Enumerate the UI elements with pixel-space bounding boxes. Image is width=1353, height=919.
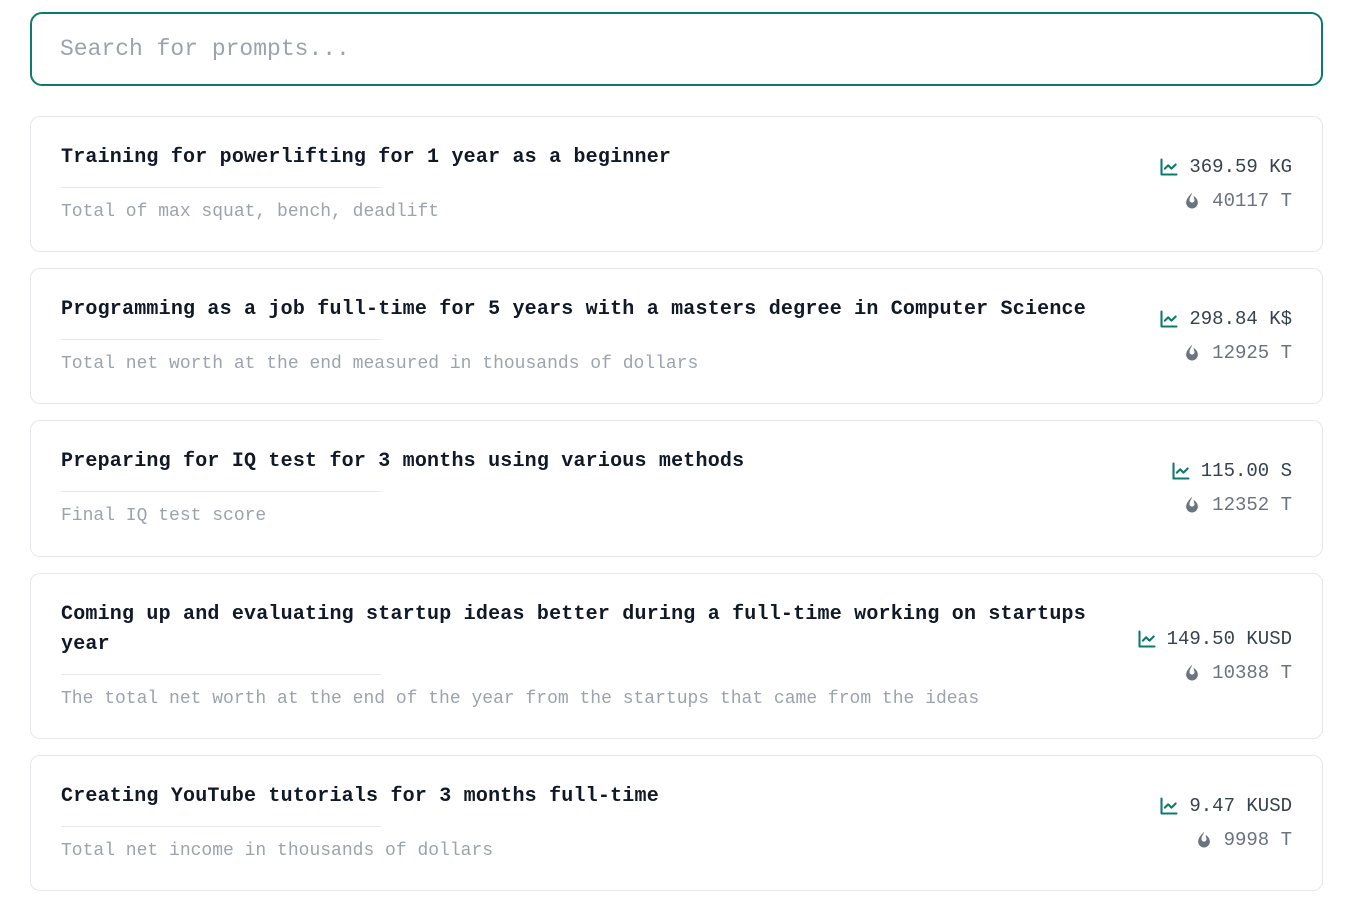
prompt-subtitle: The total net worth at the end of the ye… (61, 687, 1113, 712)
metric-score: 149.50 KUSD (1137, 628, 1292, 650)
divider (61, 826, 381, 827)
prompt-card[interactable]: Creating YouTube tutorials for 3 months … (30, 755, 1323, 891)
search-container (30, 12, 1323, 86)
fire-icon (1182, 663, 1202, 683)
search-input[interactable] (30, 12, 1323, 86)
prompt-card-content: Preparing for IQ test for 3 months using… (61, 447, 1147, 529)
prompt-subtitle: Total net income in thousands of dollars (61, 839, 1135, 864)
prompt-card-content: Creating YouTube tutorials for 3 months … (61, 782, 1135, 864)
divider (61, 187, 381, 188)
fire-icon (1194, 830, 1214, 850)
divider (61, 339, 381, 340)
metric-score-value: 115.00 S (1201, 460, 1292, 482)
metric-popularity-value: 12352 T (1212, 494, 1292, 516)
metric-popularity: 9998 T (1194, 829, 1292, 851)
chart-line-icon (1159, 309, 1179, 329)
prompt-metrics: 149.50 KUSD 10388 T (1137, 628, 1292, 684)
chart-line-icon (1171, 461, 1191, 481)
divider (61, 491, 381, 492)
prompt-card[interactable]: Training for powerlifting for 1 year as … (30, 116, 1323, 252)
metric-score-value: 369.59 KG (1189, 156, 1292, 178)
metric-score: 115.00 S (1171, 460, 1292, 482)
prompt-metrics: 298.84 K$ 12925 T (1159, 308, 1292, 364)
prompt-title: Creating YouTube tutorials for 3 months … (61, 782, 1135, 812)
prompt-title: Training for powerlifting for 1 year as … (61, 143, 1135, 173)
prompt-card-content: Programming as a job full-time for 5 yea… (61, 295, 1135, 377)
prompt-subtitle: Final IQ test score (61, 504, 1147, 529)
metric-popularity-value: 12925 T (1212, 342, 1292, 364)
prompt-metrics: 369.59 KG 40117 T (1159, 156, 1292, 212)
prompt-subtitle: Total of max squat, bench, deadlift (61, 200, 1135, 225)
chart-line-icon (1159, 796, 1179, 816)
metric-score: 369.59 KG (1159, 156, 1292, 178)
prompt-subtitle: Total net worth at the end measured in t… (61, 352, 1135, 377)
fire-icon (1182, 191, 1202, 211)
prompt-card-content: Coming up and evaluating startup ideas b… (61, 600, 1113, 712)
metric-score-value: 149.50 KUSD (1167, 628, 1292, 650)
metric-popularity: 12925 T (1182, 342, 1292, 364)
prompt-metrics: 9.47 KUSD 9998 T (1159, 795, 1292, 851)
fire-icon (1182, 495, 1202, 515)
metric-score-value: 9.47 KUSD (1189, 795, 1292, 817)
metric-score-value: 298.84 K$ (1189, 308, 1292, 330)
prompt-title: Programming as a job full-time for 5 yea… (61, 295, 1135, 325)
metric-score: 9.47 KUSD (1159, 795, 1292, 817)
prompt-card[interactable]: Coming up and evaluating startup ideas b… (30, 573, 1323, 739)
metric-popularity: 40117 T (1182, 190, 1292, 212)
metric-popularity-value: 9998 T (1224, 829, 1292, 851)
prompt-metrics: 115.00 S 12352 T (1171, 460, 1292, 516)
divider (61, 674, 381, 675)
fire-icon (1182, 343, 1202, 363)
metric-popularity: 10388 T (1182, 662, 1292, 684)
prompt-title: Coming up and evaluating startup ideas b… (61, 600, 1113, 660)
prompt-card[interactable]: Programming as a job full-time for 5 yea… (30, 268, 1323, 404)
prompt-list: Training for powerlifting for 1 year as … (30, 116, 1323, 891)
chart-line-icon (1159, 157, 1179, 177)
prompt-card[interactable]: Preparing for IQ test for 3 months using… (30, 420, 1323, 556)
chart-line-icon (1137, 629, 1157, 649)
prompt-title: Preparing for IQ test for 3 months using… (61, 447, 1147, 477)
prompt-card-content: Training for powerlifting for 1 year as … (61, 143, 1135, 225)
metric-popularity-value: 40117 T (1212, 190, 1292, 212)
metric-score: 298.84 K$ (1159, 308, 1292, 330)
metric-popularity-value: 10388 T (1212, 662, 1292, 684)
metric-popularity: 12352 T (1182, 494, 1292, 516)
